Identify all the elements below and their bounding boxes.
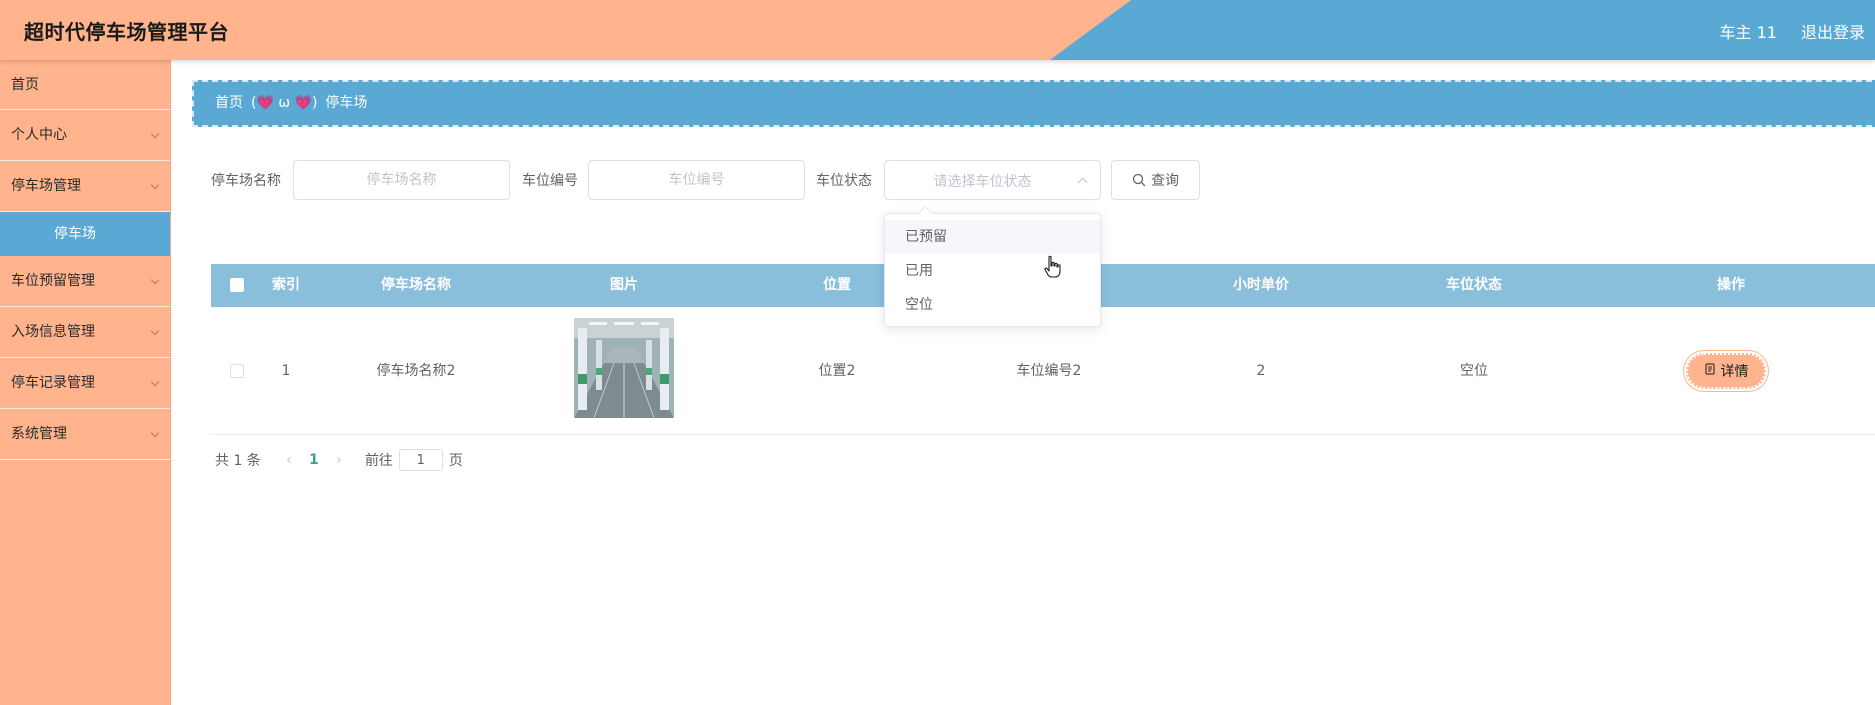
sidebar-item-system-management[interactable]: 系统管理 (0, 409, 170, 460)
sidebar-item-label: 车位预留管理 (11, 273, 95, 289)
app-title: 超时代停车场管理平台 (24, 20, 229, 44)
sidebar-item-label: 停车记录管理 (11, 375, 95, 391)
sidebar-item-reservation-management[interactable]: 车位预留管理 (0, 256, 170, 307)
chevron-down-icon (150, 180, 160, 190)
parking-name-input[interactable] (293, 160, 510, 200)
pagination-page-current[interactable]: 1 (299, 452, 329, 468)
current-user: 车主 11 (1719, 23, 1777, 42)
column-header-name: 停车场名称 (381, 277, 451, 293)
top-header: 超时代停车场管理平台 车主 11 退出登录 (0, 0, 1875, 60)
detail-button-label: 详情 (1720, 364, 1749, 380)
column-header-price: 小时单价 (1233, 277, 1289, 293)
breadcrumb-separator: (💗 ω 💗) (251, 95, 318, 111)
chevron-down-icon (150, 377, 160, 387)
chevron-down-icon (150, 428, 160, 438)
pagination-goto-suffix: 页 (448, 453, 463, 469)
sidebar-item-label: 首页 (11, 77, 39, 93)
space-number-label: 车位编号 (522, 173, 578, 189)
status-dropdown-menu: 已预留 已用 空位 (884, 205, 1101, 327)
row-checkbox[interactable] (230, 364, 244, 378)
header-actions: 车主 11 退出登录 (1720, 19, 1865, 43)
chevron-down-icon (150, 129, 160, 139)
cell-name: 停车场名称2 (376, 363, 456, 379)
select-all-checkbox[interactable] (230, 278, 244, 292)
status-option-used[interactable]: 已用 (885, 254, 1100, 288)
space-number-input[interactable] (588, 160, 805, 200)
sidebar-item-home[interactable]: 首页 (0, 60, 170, 110)
select-placeholder: 请选择车位状态 (933, 174, 1032, 190)
pagination: 共 1 条 ‹ 1 › 前往 页 (215, 448, 463, 472)
breadcrumb-home[interactable]: 首页 (215, 82, 243, 125)
cell-price: 2 (1256, 363, 1266, 379)
parking-name-label: 停车场名称 (211, 173, 281, 189)
sidebar-item-parking-management[interactable]: 停车场管理 (0, 161, 170, 212)
column-header-image: 图片 (610, 277, 638, 293)
chevron-down-icon (150, 275, 160, 285)
detail-button[interactable]: 详情 (1686, 353, 1766, 389)
search-icon (1132, 173, 1146, 187)
sidebar-subitem-parking-lot[interactable]: 停车场 (0, 212, 170, 256)
chevron-right-icon[interactable]: › (329, 452, 349, 468)
column-header-status: 车位状态 (1446, 277, 1502, 293)
sidebar-item-label: 个人中心 (11, 127, 67, 143)
status-option-reserved[interactable]: 已预留 (885, 220, 1100, 254)
logout-link[interactable]: 退出登录 (1801, 19, 1865, 43)
sidebar-item-label: 系统管理 (11, 426, 67, 442)
column-header-index: 索引 (272, 277, 300, 293)
space-status-label: 车位状态 (816, 173, 872, 189)
pagination-goto-prefix: 前往 (364, 453, 393, 469)
search-button-label: 查询 (1151, 173, 1179, 189)
sidebar-menu: 首页 个人中心 停车场管理 停车场 车位预留管理 入场信息管理 停车记录管理 系… (0, 60, 171, 705)
cell-index: 1 (281, 363, 291, 379)
chevron-down-icon (150, 326, 160, 336)
sidebar-item-label: 停车场管理 (11, 178, 81, 194)
space-status-select[interactable]: 请选择车位状态 (884, 160, 1101, 200)
document-icon (1704, 363, 1716, 379)
pagination-total: 共 1 条 (215, 453, 261, 469)
search-button[interactable]: 查询 (1111, 160, 1200, 200)
chevron-left-icon[interactable]: ‹ (279, 452, 299, 468)
parking-lot-thumbnail[interactable] (574, 318, 674, 418)
hand-cursor-icon (1043, 255, 1063, 283)
sidebar-item-label: 入场信息管理 (11, 324, 95, 340)
sidebar-item-entry-management[interactable]: 入场信息管理 (0, 307, 170, 358)
sidebar-item-parking-records[interactable]: 停车记录管理 (0, 358, 170, 409)
breadcrumb-current: 停车场 (325, 95, 368, 111)
main-content: 首页 (💗 ω 💗) 停车场 停车场名称 车位编号 车位状态 请选择车位状态 (171, 60, 1875, 705)
breadcrumb: 首页 (💗 ω 💗) 停车场 (192, 80, 1875, 127)
column-header-action: 操作 (1717, 277, 1745, 293)
status-option-empty[interactable]: 空位 (885, 288, 1100, 322)
sidebar-item-personal-center[interactable]: 个人中心 (0, 110, 170, 161)
cell-status: 空位 (1460, 363, 1488, 379)
app-root: 超时代停车场管理平台 车主 11 退出登录 首页 个人中心 停车场管理 停车场 … (0, 0, 1875, 705)
pagination-goto-input[interactable] (398, 449, 443, 471)
